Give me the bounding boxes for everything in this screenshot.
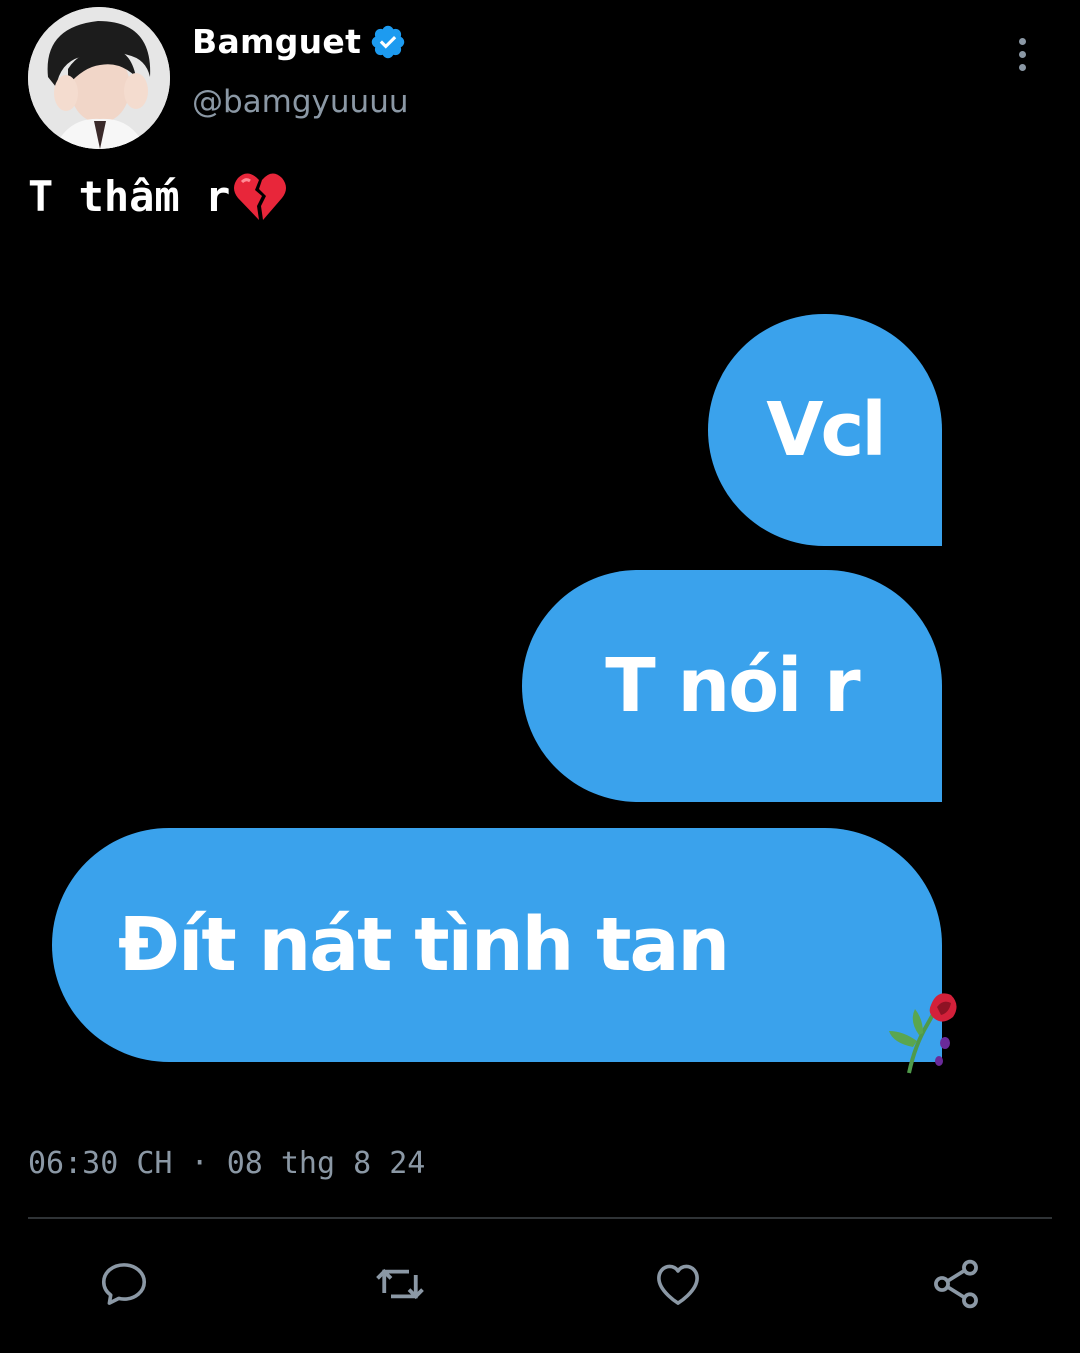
divider xyxy=(28,1217,1052,1219)
chat-bubble-text: Vcl xyxy=(766,387,887,473)
like-button[interactable] xyxy=(648,1254,708,1314)
timestamp-separator: · xyxy=(190,1146,209,1181)
wilted-rose-icon xyxy=(736,899,957,1074)
tweet-media-image[interactable]: Vcl T nói r Đít nát tình tan xyxy=(0,248,1080,1108)
verified-badge-icon xyxy=(369,23,407,61)
reply-button[interactable] xyxy=(94,1254,154,1314)
share-button[interactable] xyxy=(926,1254,986,1314)
display-name[interactable]: Bamguet xyxy=(192,22,407,61)
tweet-date: 08 thg 8 24 xyxy=(226,1146,426,1181)
chat-bubble-text: T nói r xyxy=(605,643,860,729)
tweet-text-content: T thấm r xyxy=(28,172,231,221)
share-icon xyxy=(934,1259,978,1309)
more-dot-icon xyxy=(1018,63,1026,71)
heart-icon xyxy=(657,1264,699,1305)
more-dot-icon xyxy=(1018,37,1026,45)
avatar[interactable] xyxy=(28,7,170,149)
chat-bubble: T nói r xyxy=(522,570,942,802)
comment-icon xyxy=(101,1263,147,1305)
more-dot-icon xyxy=(1018,50,1026,58)
chat-bubble-text: Đít nát tình tan xyxy=(118,902,730,988)
more-options-button[interactable] xyxy=(1000,30,1044,78)
chat-bubble: Vcl xyxy=(708,314,942,546)
tweet-time: 06:30 CH xyxy=(28,1146,173,1181)
retweet-button[interactable] xyxy=(370,1254,430,1314)
handle[interactable]: @bamgyuuuu xyxy=(192,84,409,120)
display-name-text[interactable]: Bamguet xyxy=(192,22,361,61)
tweet-timestamp[interactable]: 06:30 CH · 08 thg 8 24 xyxy=(28,1146,425,1181)
broken-heart-icon xyxy=(232,170,288,222)
tweet-text: T thấm r xyxy=(28,172,288,226)
chat-bubble: Đít nát tình tan xyxy=(52,828,957,1074)
retweet-icon xyxy=(376,1268,424,1300)
